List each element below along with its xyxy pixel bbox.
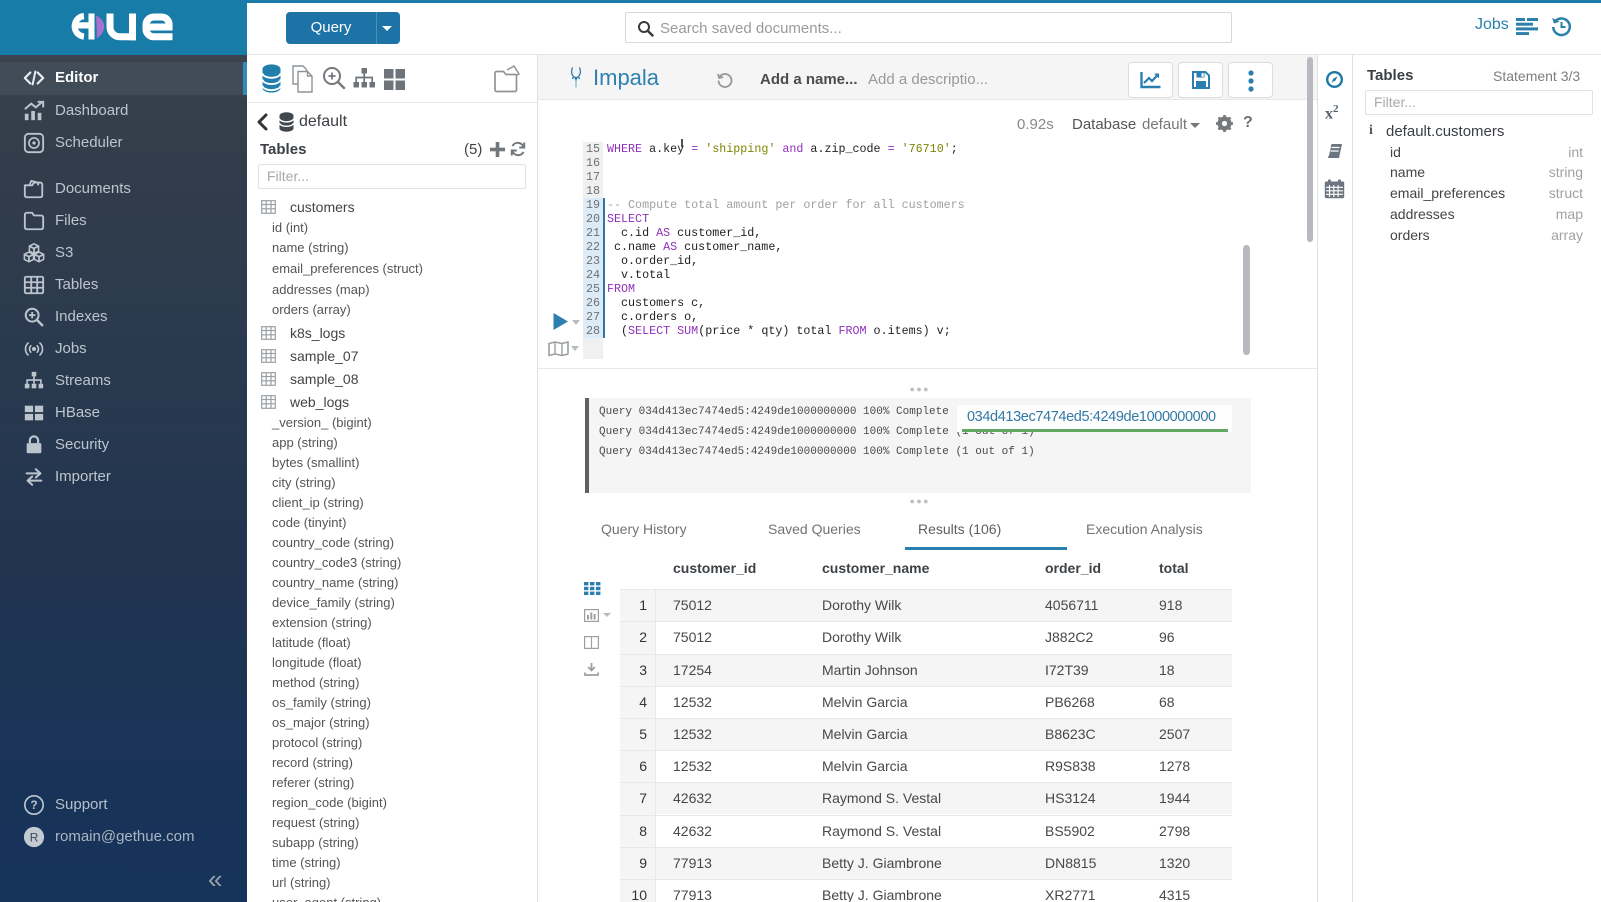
svg-text:R: R	[30, 831, 39, 845]
svg-text:?: ?	[30, 798, 37, 812]
